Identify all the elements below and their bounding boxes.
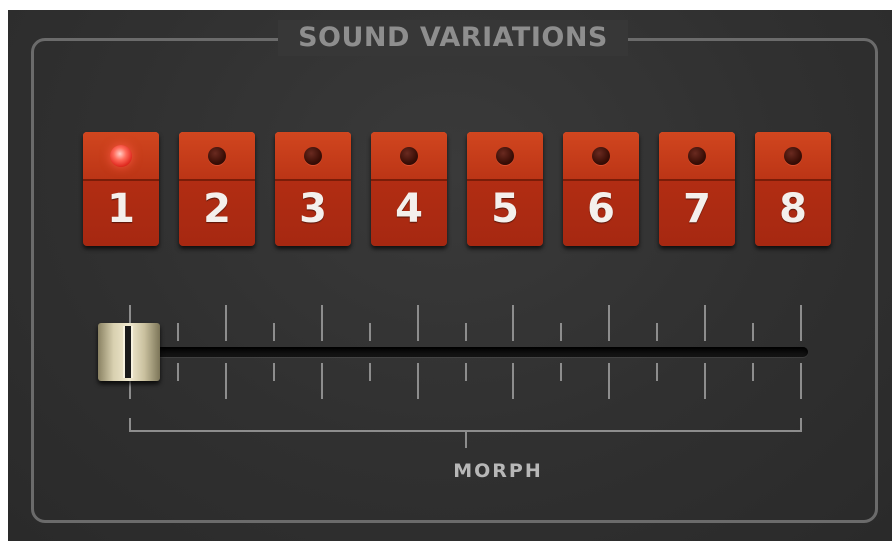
led-indicator-icon: [304, 147, 322, 165]
slider-knob[interactable]: [98, 323, 160, 381]
led-indicator-icon: [592, 147, 610, 165]
slider-tick: [608, 305, 611, 341]
variation-number: 7: [683, 186, 711, 232]
led-indicator-icon: [496, 147, 514, 165]
slider-tick: [800, 305, 802, 341]
slider-tick: [224, 305, 227, 341]
variation-buttons: 1 2 3 4 5 6 7 8: [83, 132, 843, 250]
slider-tick: [224, 363, 227, 399]
led-indicator-icon: [400, 147, 418, 165]
slider-tick: [656, 363, 659, 381]
variation-button-4[interactable]: 4: [371, 132, 447, 246]
variation-button-8[interactable]: 8: [755, 132, 831, 246]
morph-bracket: [129, 430, 800, 432]
slider-tick: [176, 363, 179, 381]
slider-tick: [560, 323, 563, 341]
knob-grip-line: [123, 326, 133, 378]
led-indicator-icon: [110, 145, 132, 167]
slider-track[interactable]: [118, 347, 808, 357]
bracket-tick: [800, 418, 802, 432]
variation-button-2[interactable]: 2: [179, 132, 255, 246]
slider-tick: [512, 305, 515, 341]
variation-number: 6: [587, 186, 615, 232]
slider-tick: [800, 363, 802, 399]
variation-number: 1: [107, 186, 135, 232]
slider-tick: [368, 323, 371, 341]
variation-number: 3: [299, 186, 327, 232]
variation-button-5[interactable]: 5: [467, 132, 543, 246]
slider-tick: [656, 323, 659, 341]
variation-button-1[interactable]: 1: [83, 132, 159, 246]
variation-button-3[interactable]: 3: [275, 132, 351, 246]
led-indicator-icon: [784, 147, 802, 165]
slider-tick: [320, 363, 323, 399]
slider-tick: [368, 363, 371, 381]
led-indicator-icon: [208, 147, 226, 165]
morph-slider[interactable]: MORPH: [88, 290, 828, 482]
slider-tick: [320, 305, 323, 341]
slider-tick: [464, 363, 467, 381]
sound-variations-panel: SOUND VARIATIONS 1 2 3 4 5 6 7 8 MORPH: [8, 10, 892, 541]
section-title: SOUND VARIATIONS: [278, 20, 628, 56]
slider-tick: [416, 363, 419, 399]
morph-label: MORPH: [453, 460, 543, 482]
variation-number: 2: [203, 186, 231, 232]
slider-tick: [416, 305, 419, 341]
slider-tick: [704, 305, 707, 341]
variation-button-7[interactable]: 7: [659, 132, 735, 246]
variation-number: 4: [395, 186, 423, 232]
slider-tick: [272, 323, 275, 341]
bracket-tick: [464, 432, 467, 448]
variation-number: 8: [779, 186, 807, 232]
slider-tick: [752, 363, 755, 381]
slider-tick: [704, 363, 707, 399]
panel-frame: [31, 38, 878, 523]
variation-button-6[interactable]: 6: [563, 132, 639, 246]
slider-tick: [512, 363, 515, 399]
slider-tick: [752, 323, 755, 341]
slider-tick: [464, 323, 467, 341]
slider-tick: [176, 323, 179, 341]
slider-tick: [272, 363, 275, 381]
slider-tick: [560, 363, 563, 381]
variation-number: 5: [491, 186, 519, 232]
slider-tick: [608, 363, 611, 399]
led-indicator-icon: [688, 147, 706, 165]
